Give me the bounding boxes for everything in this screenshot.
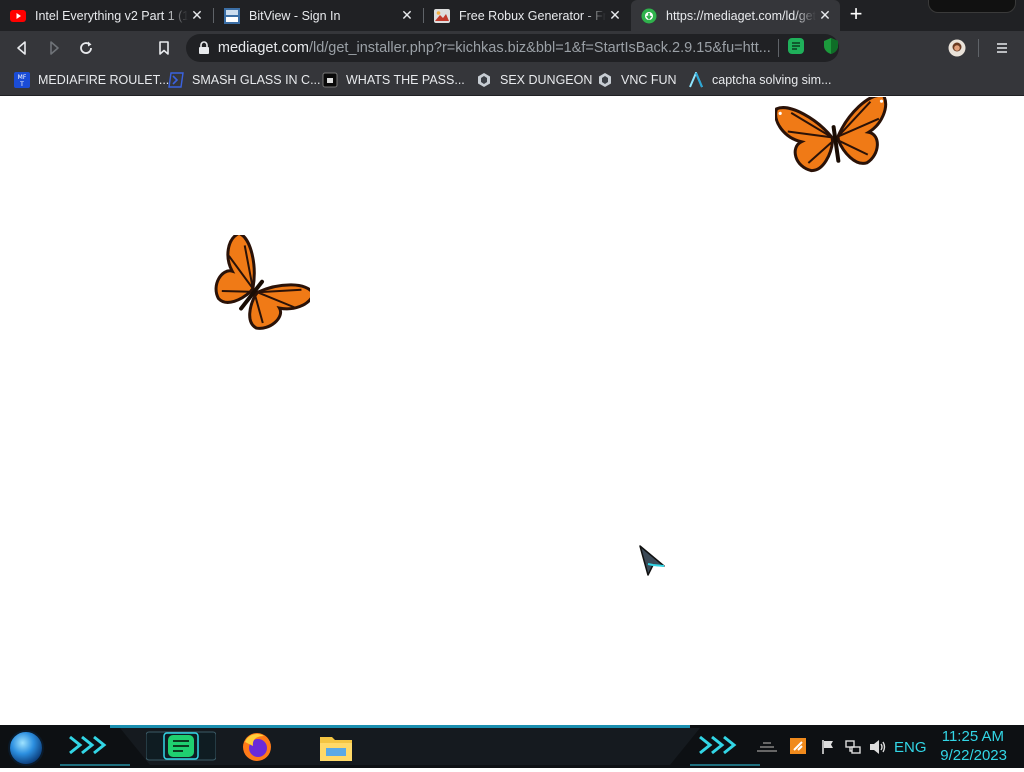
tray-app-button[interactable] [790,738,806,759]
bookmark-label: WHATS THE PASS... [346,73,465,87]
lock-icon [199,41,209,54]
notes-app-icon [145,731,217,761]
network-icon [845,740,861,754]
extension-shield-button[interactable] [823,37,839,60]
clock-date[interactable]: 9/22/2023 [940,747,1007,764]
youtube-icon [10,8,26,24]
mediafire-icon: MF T [14,72,30,88]
hamburger-menu-icon [997,43,1007,53]
tab-close-icon[interactable]: ✕ [816,7,834,24]
shield-extension-icon [824,37,838,54]
bookmark-icon [159,41,169,55]
taskbar-firefox[interactable] [240,730,274,769]
tab-title: Free Robux Generator - Free [459,8,606,23]
svg-text:T: T [19,81,24,88]
tab-free-robux[interactable]: Free Robux Generator - Free ✕ [424,0,630,31]
bookmark-button[interactable] [152,36,176,60]
language-indicator[interactable]: ENG [894,739,927,756]
network-button[interactable] [845,739,861,760]
menu-button[interactable] [990,36,1014,60]
url-text[interactable]: mediaget.com/ld/get_installer.php?r=kich… [218,40,772,56]
notes-extension-icon [788,37,804,54]
bookmark-label: SEX DUNGEON [500,73,593,87]
profile-button[interactable] [945,36,969,60]
butterfly-image [775,97,888,173]
taskbar-file-explorer[interactable] [318,731,354,768]
tab-intel-everything[interactable]: Intel Everything v2 Part 1 (19 ✕ [0,0,212,31]
reload-button[interactable] [74,36,98,60]
tab-bitview[interactable]: BitView - Sign In ✕ [214,0,422,31]
tab-title: BitView - Sign In [249,8,341,23]
bookmark-vnc-fun[interactable]: VNC FUN [597,71,677,89]
reload-icon [80,41,92,54]
address-bar[interactable]: mediaget.com/ld/get_installer.php?r=kich… [186,34,839,62]
extension-notes-button[interactable] [787,37,805,60]
back-icon [17,41,26,55]
tab-title: Intel Everything v2 Part 1 (19 [35,8,188,23]
bookmark-sex-dungeon[interactable]: SEX DUNGEON [476,71,592,89]
avatar-icon [948,39,966,57]
bookmark-captcha[interactable]: captcha solving sim... [688,70,832,89]
steam-icon [476,72,492,88]
forward-icon [50,41,59,55]
archive-icon [322,72,338,88]
new-tab-button[interactable]: + [846,3,866,25]
toolbar-divider [978,39,979,57]
bookmark-mediafire[interactable]: MF T MEDIAFIRE ROULET... [14,71,169,89]
clock-time[interactable]: 11:25 AM [942,728,1004,745]
bookmark-label: SMASH GLASS IN C... [192,73,321,87]
back-button[interactable] [10,36,34,60]
start-orb-icon [8,730,44,766]
taskbar: ENG 11:25 AM 9/22/2023 [0,725,1024,768]
bookmark-whats-the-pass[interactable]: WHATS THE PASS... [322,71,465,89]
bitview-icon [224,7,240,24]
firefox-icon [243,733,271,761]
volume-button[interactable] [869,739,887,760]
arrow-a-icon [688,70,704,88]
svg-text:MF: MF [18,74,27,81]
tab-close-icon[interactable]: ✕ [188,7,206,24]
flag-icon [822,740,833,754]
tab-mediaget[interactable]: https://mediaget.com/ld/get ✕ [631,0,840,31]
tray-app-icon [790,738,806,754]
butterfly-image [214,235,310,330]
speaker-icon [870,740,886,754]
bookmark-label: captcha solving sim... [712,73,832,87]
browser-toolbar: mediaget.com/ld/get_installer.php?r=kich… [0,31,1024,65]
tray-chevron-icon [757,742,777,752]
page-content[interactable] [0,97,1024,725]
tab-title: https://mediaget.com/ld/get [666,8,816,23]
taskbar-notes-app[interactable] [145,730,217,762]
steam-icon [597,72,613,88]
tab-close-icon[interactable]: ✕ [606,7,624,24]
bookmarks-bar: MF T MEDIAFIRE ROULET... SMASH GLASS IN C… [0,65,1024,96]
window-caption-decoration [928,0,1016,13]
start-button[interactable] [7,729,45,772]
mouse-cursor-icon [639,545,665,576]
tab-close-icon[interactable]: ✕ [398,7,416,24]
bookmark-smash-glass[interactable]: SMASH GLASS IN C... [168,71,321,89]
action-center-button[interactable] [820,739,836,760]
folder-icon [320,737,352,761]
forward-button[interactable] [42,36,66,60]
url-host: mediaget.com [217,40,309,56]
tab-strip: Intel Everything v2 Part 1 (19 ✕ BitView… [0,0,1024,31]
powershell-icon [168,72,184,88]
bookmark-label: VNC FUN [621,73,677,87]
mediaget-icon [641,8,657,24]
omnibox-divider [778,39,779,57]
bookmark-label: MEDIAFIRE ROULET... [38,73,170,87]
url-path: /ld/get_installer.php?r=kichkas.biz&bbl=… [308,40,771,56]
tray-overflow-button[interactable] [756,740,778,758]
image-icon [434,8,450,24]
